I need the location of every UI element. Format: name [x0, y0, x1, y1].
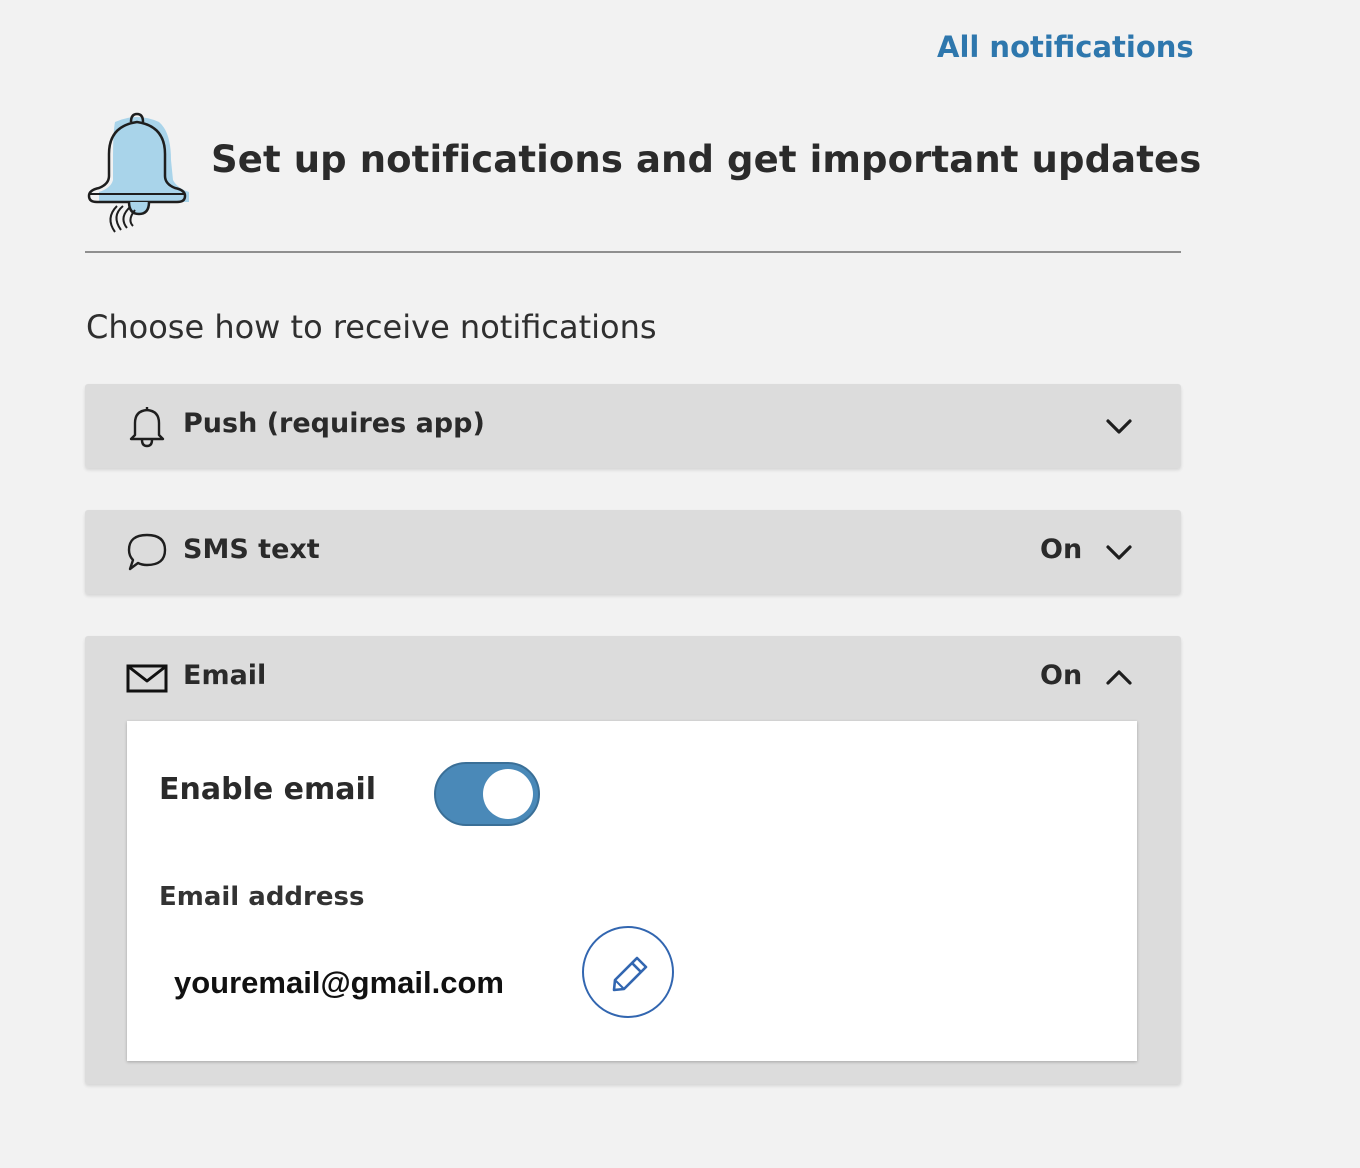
sms-label: SMS text — [183, 534, 320, 565]
push-label: Push (requires app) — [183, 408, 485, 439]
chevron-up-icon[interactable] — [1103, 664, 1135, 692]
sms-status: On — [1040, 534, 1083, 565]
section-subtitle: Choose how to receive notifications — [86, 308, 657, 346]
chevron-down-icon[interactable] — [1103, 538, 1135, 566]
email-address-label: Email address — [159, 882, 365, 912]
email-settings-card: Enable email Email address youremail@gma… — [127, 721, 1137, 1061]
toggle-knob — [483, 769, 533, 819]
push-panel: Push (requires app) — [85, 384, 1181, 468]
email-status: On — [1040, 660, 1083, 691]
enable-email-label: Enable email — [159, 772, 377, 807]
enable-email-toggle[interactable] — [434, 762, 540, 826]
speech-bubble-icon — [127, 533, 167, 571]
envelope-icon — [126, 664, 168, 693]
notification-settings-page: All notifications Set up notifications a… — [0, 0, 1360, 1168]
edit-email-button[interactable] — [582, 926, 674, 1018]
email-address-value: youremail@gmail.com — [174, 965, 504, 1000]
chevron-down-icon[interactable] — [1103, 412, 1135, 440]
bell-outline-icon — [129, 407, 165, 448]
header-divider — [85, 251, 1181, 253]
sms-panel-header[interactable]: SMS text On — [85, 510, 1181, 594]
page-header: Set up notifications and get important u… — [85, 102, 1201, 233]
sms-panel: SMS text On — [85, 510, 1181, 594]
push-panel-header[interactable]: Push (requires app) — [85, 384, 1181, 468]
email-panel-header[interactable]: Email On — [85, 636, 1181, 720]
pencil-icon — [612, 956, 648, 992]
email-label: Email — [183, 660, 267, 691]
bell-illustration-icon — [87, 112, 189, 233]
all-notifications-link[interactable]: All notifications — [937, 30, 1194, 64]
email-panel: Email On Enable email Email address your… — [85, 636, 1181, 1084]
page-title: Set up notifications and get important u… — [211, 138, 1202, 181]
